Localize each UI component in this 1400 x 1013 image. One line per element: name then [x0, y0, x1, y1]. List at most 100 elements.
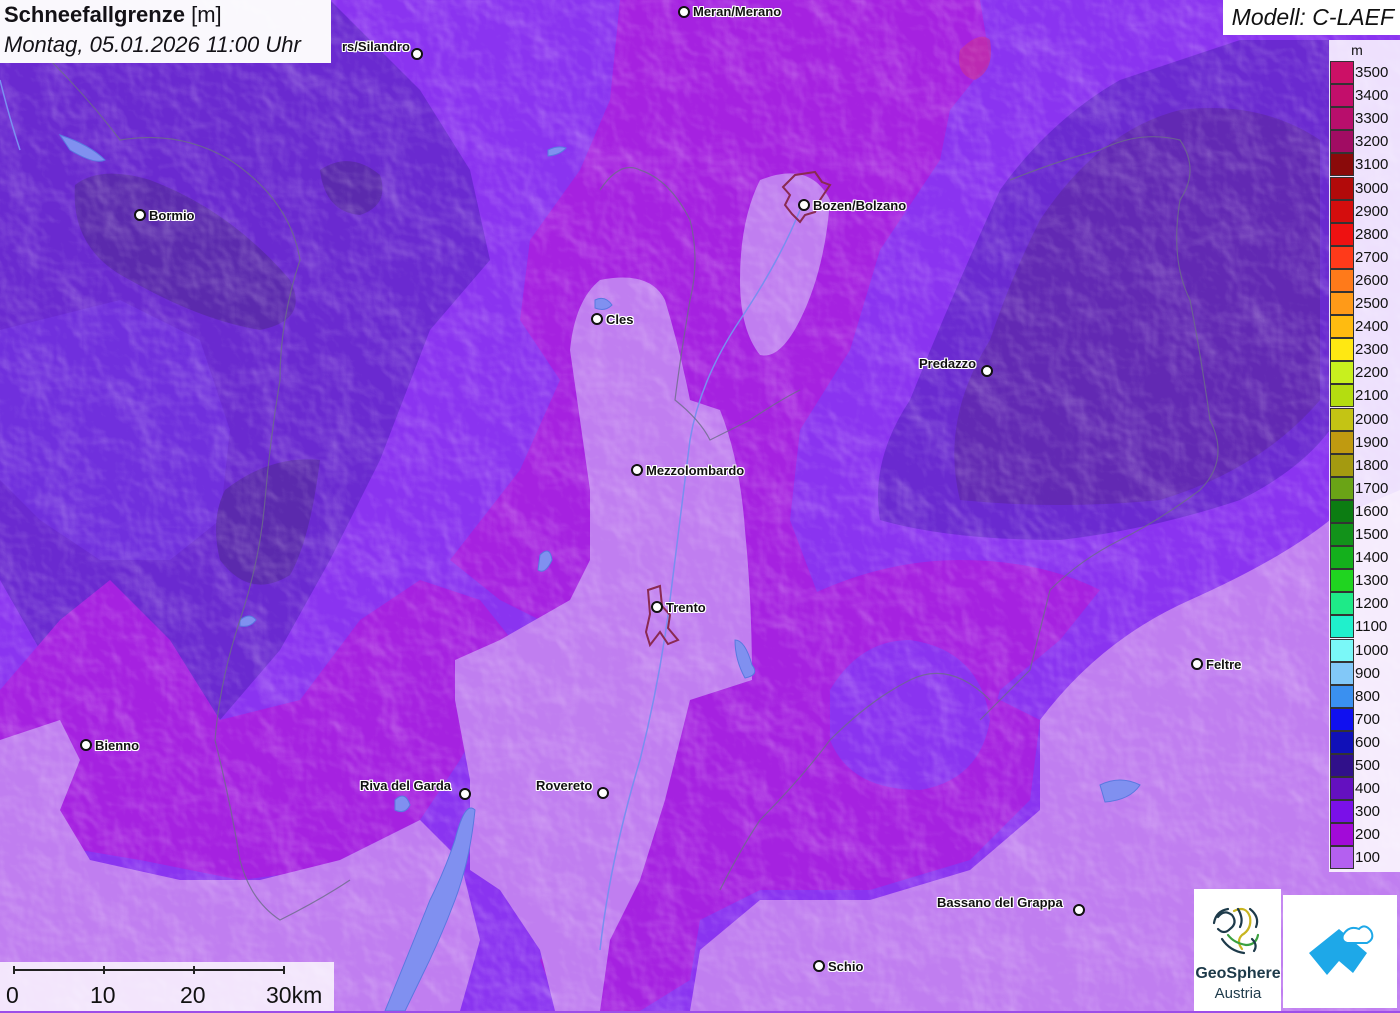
- color-legend: m 3500 3400 3300 3200 3100 3000 2900 2800 2700 26…: [1329, 40, 1400, 872]
- legend-swatch: [1330, 569, 1354, 593]
- city-dot[interactable]: [678, 6, 690, 18]
- legend-swatch: [1330, 268, 1354, 292]
- city-dot[interactable]: [80, 739, 92, 751]
- city-dot[interactable]: [1073, 904, 1085, 916]
- city-dot[interactable]: [459, 788, 471, 800]
- legend-item: 1200: [1329, 592, 1400, 616]
- scale-bar-graphic: [13, 966, 285, 974]
- city-label[interactable]: Bozen/Bolzano: [813, 198, 906, 213]
- city-label[interactable]: Feltre: [1206, 657, 1241, 672]
- city-dot[interactable]: [1191, 658, 1203, 670]
- legend-swatch: [1330, 292, 1354, 315]
- legend-swatch: [1330, 707, 1354, 731]
- geosphere-country: Austria: [1214, 985, 1262, 1002]
- legend-label: 1000: [1355, 641, 1389, 659]
- scale-label-0: 0: [6, 982, 19, 1008]
- city-dot[interactable]: [651, 601, 663, 613]
- forecast-datetime: Montag, 05.01.2026 11:00 Uhr: [4, 32, 301, 57]
- legend-label: 2200: [1355, 364, 1389, 382]
- legend-swatch: [1330, 777, 1354, 801]
- legend-swatch: [1330, 61, 1354, 84]
- legend-label: 3500: [1355, 64, 1389, 81]
- legend-item: 2400: [1329, 315, 1400, 339]
- city-label[interactable]: Rovereto: [536, 778, 592, 793]
- city-label[interactable]: Mezzolombardo: [646, 463, 744, 478]
- legend-swatch: [1330, 338, 1354, 362]
- legend-swatch: [1330, 754, 1354, 777]
- legend-item: 500: [1329, 754, 1400, 777]
- legend-item: 600: [1329, 730, 1400, 754]
- legend-swatch: [1330, 199, 1354, 223]
- legend-item: 3400: [1329, 84, 1400, 108]
- city-label[interactable]: Riva del Garda: [360, 778, 451, 793]
- legend-swatch: [1330, 800, 1354, 824]
- legend-label: 3400: [1355, 87, 1389, 105]
- model-label: Modell: C-LAEF: [1231, 4, 1394, 30]
- geosphere-emblem-icon: [1212, 907, 1260, 955]
- city-label[interactable]: Schio: [828, 959, 863, 974]
- terrain-relief: [0, 0, 1400, 1011]
- legend-item: 2600: [1329, 268, 1400, 292]
- city-dot[interactable]: [631, 464, 643, 476]
- legend-label: 1900: [1355, 433, 1389, 451]
- city-label[interactable]: Trento: [666, 600, 706, 615]
- legend-item: 1600: [1329, 499, 1400, 523]
- legend-swatch: [1330, 153, 1354, 177]
- city-label[interactable]: Bormio: [149, 208, 195, 223]
- legend-item: 2900: [1329, 199, 1400, 223]
- legend-item: 3500: [1329, 61, 1400, 84]
- legend-label: 2500: [1355, 295, 1389, 312]
- scale-label-10: 10: [90, 982, 116, 1008]
- legend-item: 1100: [1329, 615, 1400, 639]
- city-label[interactable]: rs/Silandro: [342, 39, 410, 54]
- legend-swatch: [1330, 222, 1354, 246]
- legend-item: 800: [1329, 684, 1400, 708]
- scale-label-30km: 30km: [266, 982, 323, 1008]
- legend-label: 1600: [1355, 502, 1389, 520]
- city-dot[interactable]: [134, 209, 146, 221]
- legend-swatch: [1330, 453, 1354, 477]
- legend-label: 300: [1355, 803, 1381, 821]
- legend-label: 700: [1355, 710, 1381, 728]
- legend-item: 1500: [1329, 523, 1400, 546]
- legend-label: 1400: [1355, 549, 1389, 567]
- city-dot[interactable]: [813, 960, 825, 972]
- weather-app-logo[interactable]: [1283, 895, 1397, 1008]
- legend-label: 3200: [1355, 133, 1389, 151]
- geosphere-logo[interactable]: GeoSphere Austria: [1194, 889, 1281, 1011]
- city-label[interactable]: Bassano del Grappa: [937, 895, 1063, 910]
- city-label[interactable]: Meran/Merano: [693, 4, 781, 19]
- city-label[interactable]: Cles: [606, 312, 633, 327]
- city-dot[interactable]: [591, 313, 603, 325]
- legend-label: 900: [1355, 664, 1381, 682]
- legend-item: 2300: [1329, 338, 1400, 362]
- city-dot[interactable]: [981, 365, 993, 377]
- city-dot[interactable]: [597, 787, 609, 799]
- city-label[interactable]: Predazzo: [919, 356, 976, 371]
- legend-swatch: [1330, 592, 1354, 616]
- legend-label: 3100: [1355, 156, 1389, 174]
- city-dot[interactable]: [798, 199, 810, 211]
- legend-item: 400: [1329, 777, 1400, 801]
- legend-label: 1700: [1355, 479, 1389, 497]
- legend-label: 2000: [1355, 410, 1389, 428]
- legend-swatch: [1330, 176, 1354, 200]
- legend-swatch: [1330, 615, 1354, 639]
- scale-bar: 0 10 20 30km: [0, 962, 334, 1011]
- legend-item: 2800: [1329, 222, 1400, 246]
- legend-unit: m: [1351, 42, 1363, 58]
- legend-swatch: [1330, 823, 1354, 847]
- snowfall-limit-map[interactable]: [0, 0, 1400, 1011]
- legend-label: 3300: [1355, 110, 1389, 128]
- legend-item: 3200: [1329, 130, 1400, 154]
- city-dot[interactable]: [411, 48, 423, 60]
- legend-label: 200: [1355, 826, 1381, 844]
- legend-swatch: [1330, 407, 1354, 431]
- legend-item: 900: [1329, 661, 1400, 685]
- legend-swatch: [1330, 546, 1354, 570]
- legend-label: 1300: [1355, 572, 1389, 590]
- legend-item: 1700: [1329, 476, 1400, 500]
- model-panel: Modell: C-LAEF: [1223, 0, 1400, 35]
- legend-swatch: [1330, 430, 1354, 454]
- city-label[interactable]: Bienno: [95, 738, 139, 753]
